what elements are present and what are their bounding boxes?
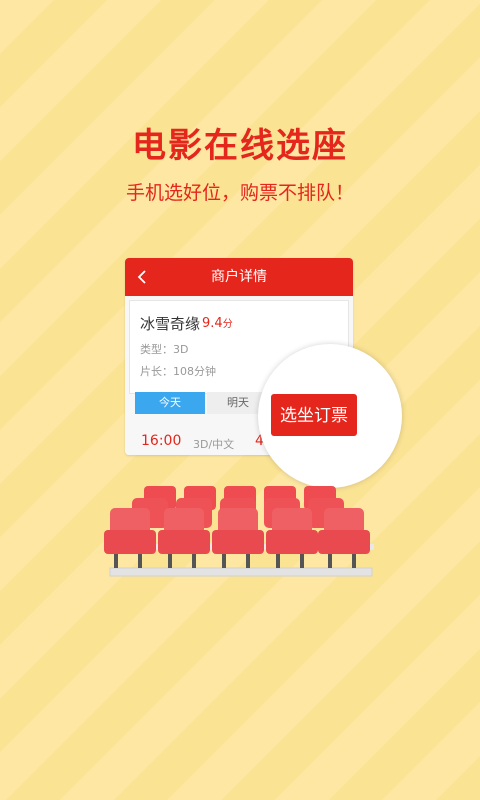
seat xyxy=(158,508,210,568)
seat xyxy=(318,508,370,568)
seat-front-row xyxy=(104,508,370,568)
seat xyxy=(104,508,156,568)
cinema-seats-illustration xyxy=(104,486,374,577)
seat xyxy=(266,508,318,568)
seat xyxy=(212,508,264,568)
seat-floor xyxy=(109,567,373,577)
